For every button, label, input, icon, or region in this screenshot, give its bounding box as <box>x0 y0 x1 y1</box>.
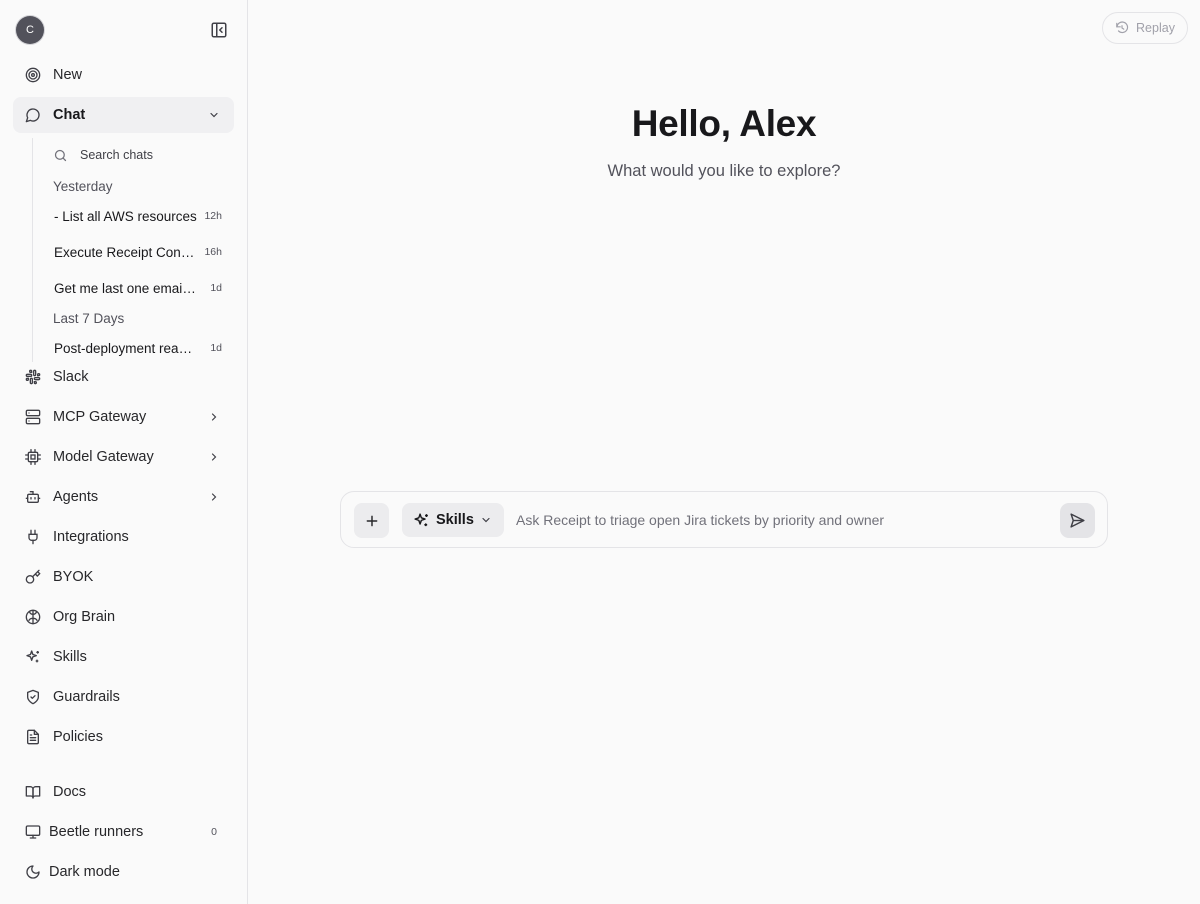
replay-icon <box>1115 21 1129 35</box>
chat-tree-line <box>32 138 33 362</box>
sidebar-item-label: Skills <box>53 649 87 665</box>
sidebar-item-label: Dark mode <box>49 864 120 880</box>
key-icon <box>25 569 41 585</box>
chat-bubble-icon <box>25 107 41 123</box>
sidebar: C New Chat Search chats Yesterday - List… <box>0 0 248 904</box>
sidebar-item-chat[interactable]: Chat <box>13 97 234 133</box>
target-icon <box>25 67 41 83</box>
chat-group-label: Yesterday <box>53 179 113 194</box>
skills-label: Skills <box>436 512 474 528</box>
chat-age: 12h <box>204 210 222 222</box>
chat-history-item[interactable]: - List all AWS resources 12h <box>54 206 224 226</box>
sidebar-item-label: Integrations <box>53 529 129 545</box>
send-button[interactable] <box>1060 503 1095 538</box>
search-chats-button[interactable]: Search chats <box>53 146 153 164</box>
sidebar-item-label: Beetle runners <box>49 824 144 840</box>
chat-age: 1d <box>210 342 222 354</box>
chevron-down-icon <box>480 514 492 526</box>
chat-title: Get me last one email from inbox <box>54 280 197 296</box>
sidebar-item-label: Agents <box>53 489 99 505</box>
sidebar-item-docs[interactable]: Docs <box>13 774 234 810</box>
sidebar-item-model-gateway[interactable]: Model Gateway <box>13 439 234 475</box>
search-chats-label: Search chats <box>80 148 153 162</box>
chat-age: 1d <box>210 282 222 294</box>
server-icon <box>25 409 41 425</box>
page-title: Hello, Alex <box>631 103 817 144</box>
prompt-input[interactable] <box>516 506 1056 534</box>
sidebar-item-label: MCP Gateway <box>53 409 147 425</box>
monitor-icon <box>25 824 41 840</box>
runner-count-badge: 0 <box>211 826 217 838</box>
plus-icon <box>366 515 377 526</box>
sidebar-item-label: Model Gateway <box>53 449 154 465</box>
chat-title: - List all AWS resources <box>54 208 197 224</box>
sidebar-item-label: Policies <box>53 729 103 745</box>
sparkles-icon <box>25 649 41 665</box>
sidebar-item-guardrails[interactable]: Guardrails <box>13 679 234 715</box>
chat-title: Execute Receipt Connector <box>54 244 197 260</box>
sidebar-item-integrations[interactable]: Integrations <box>13 519 234 555</box>
page-subtitle: What would you like to explore? <box>607 162 841 180</box>
chevron-right-icon[interactable] <box>208 491 220 503</box>
chevron-right-icon[interactable] <box>208 411 220 423</box>
sparkles-icon <box>413 512 430 529</box>
sidebar-item-label: Org Brain <box>53 609 116 625</box>
moon-icon <box>25 864 41 880</box>
send-icon <box>1070 513 1085 528</box>
sidebar-item-byok[interactable]: BYOK <box>13 559 234 595</box>
add-attachment-button[interactable] <box>354 503 389 538</box>
sidebar-item-org-brain[interactable]: Org Brain <box>13 599 234 635</box>
sidebar-item-slack[interactable]: Slack <box>13 359 234 395</box>
sidebar-item-beetle-runners[interactable]: Beetle runners 0 <box>13 814 234 850</box>
chat-group-label: Last 7 Days <box>53 311 125 326</box>
replay-label: Replay <box>1136 21 1175 35</box>
sidebar-item-label: Chat <box>53 107 86 123</box>
chevron-right-icon[interactable] <box>208 451 220 463</box>
collapse-sidebar-icon[interactable] <box>210 21 228 39</box>
chat-history-item[interactable]: Execute Receipt Connector 16h <box>54 242 224 262</box>
slack-icon <box>25 369 41 385</box>
chat-history-item[interactable]: Get me last one email from inbox 1d <box>54 278 224 298</box>
chat-composer: Skills <box>340 491 1108 548</box>
replay-button[interactable]: Replay <box>1102 12 1188 44</box>
sidebar-item-label: New <box>53 67 83 83</box>
search-icon <box>53 148 68 163</box>
sidebar-item-label: Docs <box>53 784 87 800</box>
brain-icon <box>25 609 41 625</box>
sidebar-item-label: BYOK <box>53 569 94 585</box>
sidebar-item-mcp-gateway[interactable]: MCP Gateway <box>13 399 234 435</box>
avatar[interactable]: C <box>16 16 44 44</box>
sidebar-item-dark-mode[interactable]: Dark mode <box>13 854 234 890</box>
sidebar-item-label: Slack <box>53 369 89 385</box>
chevron-down-icon[interactable] <box>208 109 220 121</box>
book-open-icon <box>25 784 41 800</box>
file-text-icon <box>25 729 41 745</box>
skills-dropdown[interactable]: Skills <box>402 503 504 537</box>
chat-history-item[interactable]: Post-deployment readiness 1d <box>54 338 224 358</box>
chat-age: 16h <box>204 246 222 258</box>
sidebar-item-agents[interactable]: Agents <box>13 479 234 515</box>
sidebar-item-skills[interactable]: Skills <box>13 639 234 675</box>
chat-title: Post-deployment readiness <box>54 340 197 356</box>
sidebar-item-policies[interactable]: Policies <box>13 719 234 755</box>
cpu-icon <box>25 449 41 465</box>
sidebar-item-label: Guardrails <box>53 689 120 705</box>
bot-icon <box>25 489 41 505</box>
plug-icon <box>25 529 41 545</box>
shield-check-icon <box>25 689 41 705</box>
sidebar-item-new[interactable]: New <box>13 57 234 93</box>
